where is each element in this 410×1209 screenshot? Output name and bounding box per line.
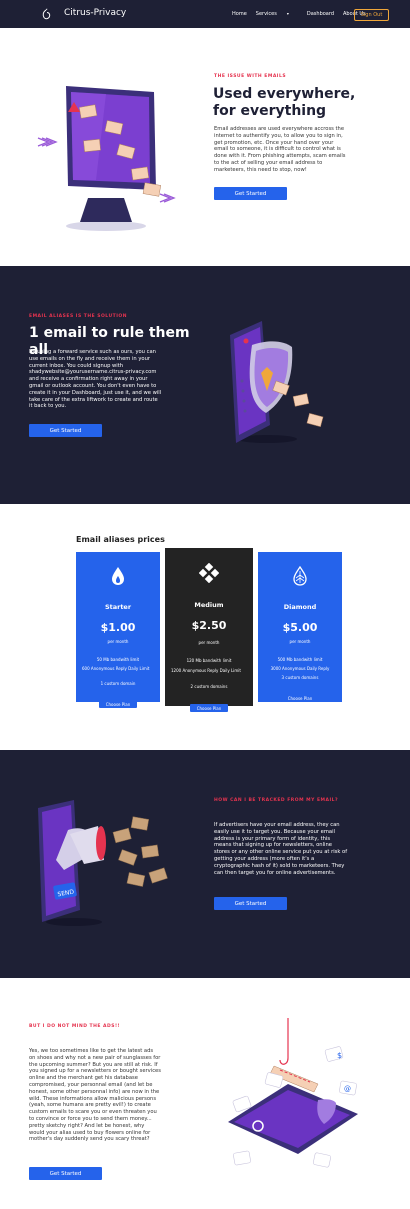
- svg-text:@: @: [344, 1085, 351, 1093]
- plan-price: $1.00: [100, 621, 136, 634]
- nav-link-services[interactable]: Services ▾: [256, 11, 298, 17]
- get-started-button-issue[interactable]: Get Started: [214, 187, 287, 200]
- section-issue: THE ISSUE WITH EMAILS Used everywhere, f…: [0, 28, 410, 266]
- plan-name: Starter: [104, 603, 132, 611]
- get-started-button-solution[interactable]: Get Started: [29, 424, 102, 437]
- plan-feature: 600 Anonymous Reply Daily Limit: [82, 666, 150, 671]
- computer-emails-illustration: [37, 86, 176, 231]
- plan-feature: 120 Mb bandwith limit: [186, 658, 232, 663]
- sign-out-button[interactable]: Sign Out: [354, 9, 389, 21]
- choose-plan-button-medium[interactable]: Choose Plan: [190, 704, 228, 712]
- plan-feature: 1 custom domain: [100, 681, 136, 686]
- plan-period: per month: [107, 639, 129, 644]
- pricing-card-medium: Medium $2.50 per month 120 Mb bandwith l…: [165, 548, 253, 712]
- plan-feature: 3 custom domains: [281, 675, 319, 680]
- get-started-button-tracking[interactable]: Get Started: [214, 897, 287, 910]
- issue-title: Used everywhere, for everything: [213, 86, 356, 119]
- plan-name: Medium: [194, 601, 224, 609]
- choose-plan-button-diamond[interactable]: Choose Plan: [281, 694, 319, 702]
- pricing-card-starter: Starter $1.00 per month 50 Mb bandwith l…: [76, 552, 160, 708]
- issue-body: Email addresses are used everywhere accr…: [214, 126, 346, 173]
- navbar: Citrus-Privacy Home Services ▾ Dashboard …: [0, 0, 410, 28]
- phone-phishing-illustration: $ @: [228, 1018, 358, 1168]
- solution-eyebrow: EMAIL ALIASES IS THE SOLUTION: [29, 314, 127, 319]
- plan-feature: 1200 Anonymous Reply Daily Limit: [171, 668, 241, 673]
- plan-feature: 2 custom domains: [190, 684, 228, 689]
- citrus-logo-icon[interactable]: [41, 8, 51, 20]
- nav-link-dashboard[interactable]: Dashboard: [307, 11, 334, 17]
- crystal-drop-icon: [293, 566, 307, 586]
- nav-link-home[interactable]: Home: [232, 11, 247, 17]
- section-tracking: SEND HOW CAN I BE TRACKED FROM MY EMAIL?…: [0, 750, 410, 978]
- section-ads: BUT I DO NOT MIND THE ADS!! Yes, we too …: [0, 978, 410, 1209]
- tracking-body: If advertisers have your email address, …: [214, 822, 348, 876]
- flame-drop-icon: [112, 567, 124, 585]
- plan-price: $2.50: [191, 619, 227, 632]
- nav-link-services-label: Services: [255, 11, 277, 17]
- plan-period: per month: [198, 640, 220, 645]
- tracking-eyebrow: HOW CAN I BE TRACKED FROM MY EMAIL?: [214, 798, 339, 803]
- solution-body: By using a forward service such as ours,…: [29, 349, 162, 410]
- plan-price: $5.00: [282, 621, 318, 634]
- svg-text:$: $: [337, 1051, 342, 1060]
- chevron-down-icon: ▾: [286, 11, 289, 16]
- phone-megaphone-illustration: SEND: [38, 800, 168, 926]
- choose-plan-button-starter[interactable]: Choose Plan: [99, 700, 137, 708]
- plan-feature: 50 Mb bandwith limit: [96, 657, 140, 662]
- diamond-grid-icon: [199, 563, 219, 583]
- section-solution: EMAIL ALIASES IS THE SOLUTION 1 email to…: [0, 266, 410, 504]
- get-started-button-ads[interactable]: Get Started: [29, 1167, 102, 1180]
- plan-period: per month: [289, 639, 311, 644]
- brand-name[interactable]: Citrus-Privacy: [64, 8, 126, 18]
- pricing-title: Email aliases prices: [76, 535, 165, 544]
- plan-name: Diamond: [283, 603, 317, 611]
- issue-eyebrow: THE ISSUE WITH EMAILS: [214, 74, 287, 79]
- plan-feature: 500 Mb bandwith limit: [277, 657, 323, 662]
- pricing-card-diamond: Diamond $5.00 per month 500 Mb bandwith …: [258, 552, 342, 702]
- ads-body: Yes, we too sometimes like to get the la…: [29, 1048, 161, 1143]
- plan-feature: 3000 Anonymous Daily Reply: [270, 666, 330, 671]
- ads-eyebrow: BUT I DO NOT MIND THE ADS!!: [29, 1024, 121, 1029]
- phone-shield-illustration: [230, 321, 324, 443]
